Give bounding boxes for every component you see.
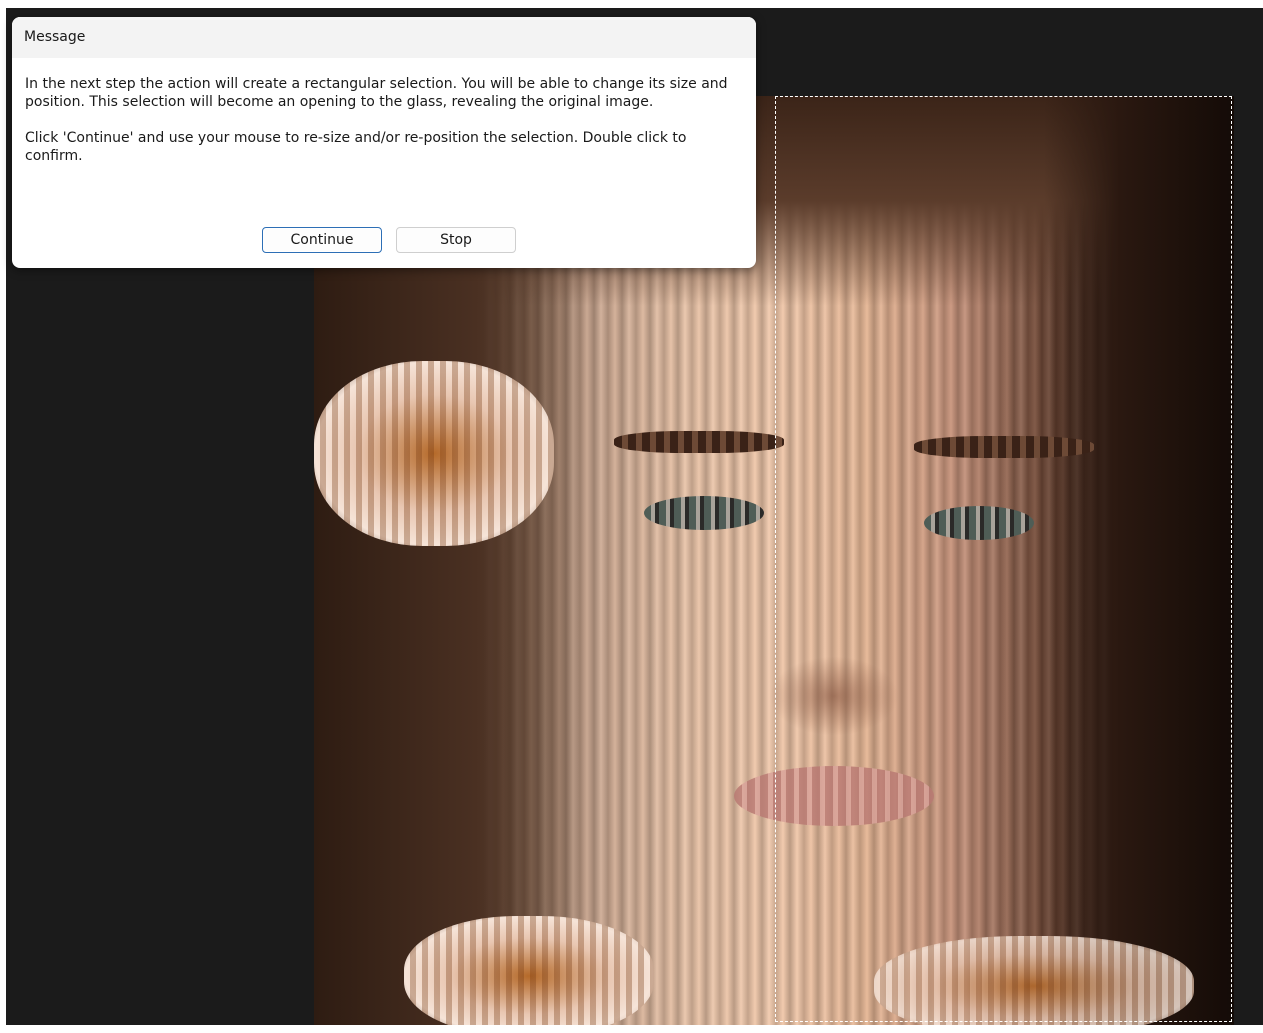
dialog-message-paragraph: In the next step the action will create … — [25, 76, 728, 110]
rectangular-selection-marquee[interactable] — [775, 96, 1232, 1022]
image-region-flower — [404, 916, 654, 1025]
dialog-title: Message — [24, 29, 86, 45]
message-dialog: Message In the next step the action will… — [12, 17, 756, 268]
image-region-eye — [644, 496, 764, 530]
image-region-flower — [314, 361, 554, 546]
dialog-message-paragraph: Click 'Continue' and use your mouse to r… — [25, 130, 687, 164]
image-region-eyebrow — [614, 431, 784, 453]
continue-button[interactable]: Continue — [262, 227, 382, 253]
dialog-titlebar[interactable]: Message — [12, 17, 756, 58]
stop-button[interactable]: Stop — [396, 227, 516, 253]
dialog-message-body: In the next step the action will create … — [25, 75, 745, 183]
